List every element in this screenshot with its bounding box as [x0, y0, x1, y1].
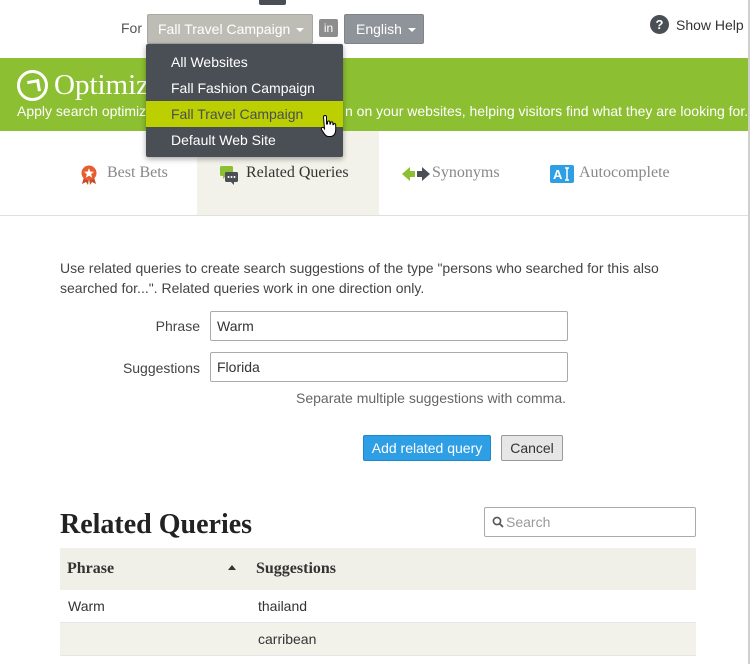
column-header-phrase[interactable]: Phrase: [67, 560, 114, 578]
intro-text: Use related queries to create search sug…: [60, 260, 659, 296]
site-dropdown-menu: All Websites Fall Fashion Campaign Fall …: [146, 44, 343, 157]
tab-best-bets-label: Best Bets: [107, 164, 168, 181]
hand-cursor-icon: [320, 114, 337, 137]
column-header-suggestions[interactable]: Suggestions: [256, 560, 336, 578]
feature-tabs: Best Bets Related Queries Synonyms A Aut…: [0, 131, 750, 216]
question-icon: ?: [650, 15, 669, 34]
table-row[interactable]: carribean: [60, 623, 696, 656]
top-notch: [259, 0, 286, 5]
tab-synonyms[interactable]: Synonyms: [390, 131, 520, 215]
chat-bubbles-icon: [220, 166, 238, 185]
cell-phrase: Warm: [68, 598, 105, 614]
dropdown-item-default-web-site[interactable]: Default Web Site: [146, 127, 343, 153]
language-label: English: [356, 21, 402, 37]
star-badge-icon: [81, 165, 97, 185]
for-label: For: [121, 20, 142, 36]
cell-suggestion: carribean: [258, 631, 317, 647]
page-description-start: Apply search optimiz: [17, 103, 147, 119]
svg-text:A: A: [553, 167, 563, 182]
page-description-end: n on your websites, helping visitors fin…: [345, 103, 749, 119]
search-icon: [492, 516, 504, 528]
tab-synonyms-label: Synonyms: [432, 164, 500, 181]
cancel-button[interactable]: Cancel: [501, 435, 563, 461]
tab-related-queries-label: Related Queries: [246, 164, 349, 181]
show-help-label: Show Help: [676, 17, 744, 33]
table-header: Phrase Suggestions: [60, 548, 696, 590]
suggestions-hint: Separate multiple suggestions with comma…: [296, 390, 567, 406]
search-input[interactable]: [506, 510, 691, 534]
related-queries-table: Phrase Suggestions Warm thailand carribe…: [60, 548, 696, 656]
sort-ascending-icon[interactable]: [228, 565, 236, 570]
cell-suggestion: thailand: [258, 598, 308, 614]
dropdown-item-all-websites[interactable]: All Websites: [146, 49, 343, 75]
phrase-label: Phrase: [155, 318, 200, 334]
phrase-input[interactable]: [210, 311, 568, 341]
in-label: in: [319, 19, 338, 37]
suggestions-input[interactable]: [210, 352, 568, 382]
site-selector-button[interactable]: Fall Travel Campaign: [147, 14, 313, 44]
add-related-query-button[interactable]: Add related query: [363, 435, 491, 461]
top-bar: For Fall Travel Campaign in English ? Sh…: [0, 0, 750, 58]
related-queries-heading: Related Queries: [60, 509, 253, 540]
tab-autocomplete-label: Autocomplete: [579, 164, 670, 181]
search-box: [484, 507, 696, 537]
dropdown-item-fall-travel-campaign[interactable]: Fall Travel Campaign: [146, 101, 343, 127]
chevron-down-icon: [296, 28, 305, 33]
dropdown-item-fall-fashion-campaign[interactable]: Fall Fashion Campaign: [146, 75, 343, 101]
two-way-arrow-icon: [402, 167, 430, 181]
table-row[interactable]: Warm thailand: [60, 590, 696, 623]
optimization-logo-icon: [17, 70, 48, 101]
tab-autocomplete[interactable]: A Autocomplete: [540, 131, 700, 215]
autocomplete-icon: A: [550, 165, 574, 183]
page-title: Optimiz: [54, 69, 150, 101]
page-banner: Optimiz Apply search optimiz n on your w…: [0, 58, 750, 131]
site-selector-label: Fall Travel Campaign: [158, 21, 291, 37]
language-selector-button[interactable]: English: [344, 14, 424, 44]
chevron-down-icon: [407, 28, 416, 33]
suggestions-label: Suggestions: [122, 360, 200, 376]
